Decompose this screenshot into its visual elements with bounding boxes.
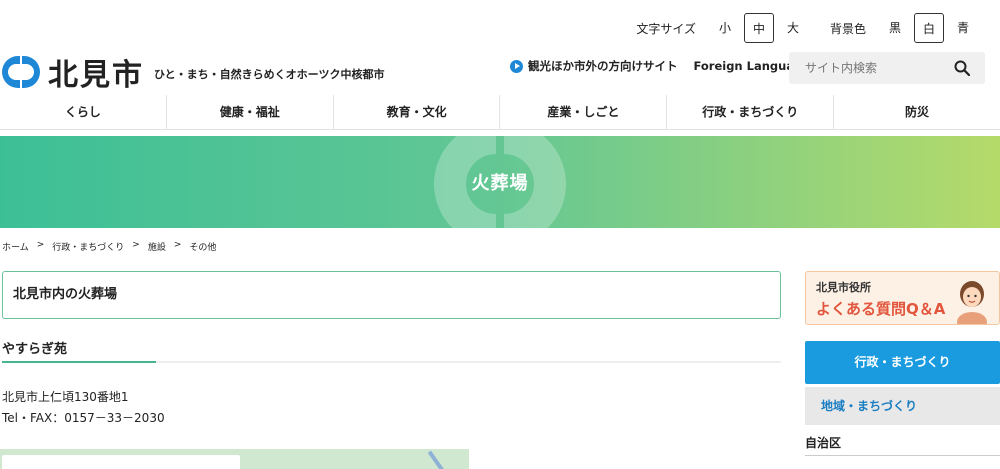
page-title: 火葬場 xyxy=(471,173,529,194)
city-emblem-icon xyxy=(2,55,40,89)
content-heading: 北見市内の火葬場 xyxy=(2,271,781,319)
map-road xyxy=(427,450,449,469)
city-name: 北見市 xyxy=(48,58,144,93)
breadcrumb-other: その他 xyxy=(189,243,217,253)
sidebar-category-title[interactable]: 行政・まちづくり xyxy=(805,341,1000,384)
search-input[interactable] xyxy=(789,53,939,83)
header-links: 観光ほか市外の方向けサイト Foreign Language xyxy=(510,58,810,74)
breadcrumb-administration[interactable]: 行政・まちづくり xyxy=(52,240,124,253)
site-search xyxy=(789,52,985,84)
facility-phone: Tel・FAX：0157－33－2030 xyxy=(2,411,165,425)
sidebar-item-community[interactable]: 地域・まちづくり xyxy=(805,387,1000,425)
facility-heading: やすらぎ苑 xyxy=(2,342,68,357)
nav-item-kurashi[interactable]: くらし xyxy=(0,95,166,129)
faq-banner-subtitle: よくある質問Q＆A xyxy=(816,300,946,318)
sidebar-divider xyxy=(805,455,1000,456)
nav-item-industry-work[interactable]: 産業・しごと xyxy=(499,95,666,129)
staff-illustration-icon xyxy=(957,281,987,324)
nav-item-disaster-prevention[interactable]: 防災 xyxy=(833,95,1000,129)
nav-item-administration[interactable]: 行政・まちづくり xyxy=(666,95,833,129)
faq-banner-title: 北見市役所 xyxy=(816,281,871,294)
text-size-large-button[interactable]: 大 xyxy=(778,13,808,43)
faq-banner[interactable]: 北見市役所 よくある質問Q＆A xyxy=(805,271,1000,325)
global-nav: くらし 健康・福祉 教育・文化 産業・しごと 行政・まちづくり 防災 xyxy=(0,95,1000,130)
facility-info: 北見市上仁頃130番地1 Tel・FAX：0157－33－2030 xyxy=(2,387,165,429)
nav-item-education-culture[interactable]: 教育・文化 xyxy=(332,95,500,129)
facility-address: 北見市上仁頃130番地1 xyxy=(2,390,129,404)
sidebar-section-heading: 自治区 xyxy=(805,436,842,450)
tourism-site-link[interactable]: 観光ほか市外の方向けサイト xyxy=(528,58,678,74)
bg-white-button[interactable]: 白 xyxy=(914,13,944,43)
map-info-card xyxy=(2,455,240,469)
breadcrumb-separator: > xyxy=(132,240,140,250)
nav-item-health-welfare[interactable]: 健康・福祉 xyxy=(165,95,333,129)
breadcrumb: ホーム > 行政・まちづくり > 施設 > その他 xyxy=(2,240,216,253)
play-circle-icon xyxy=(510,59,523,73)
text-size-medium-button[interactable]: 中 xyxy=(743,13,774,43)
text-size-small-button[interactable]: 小 xyxy=(710,13,740,43)
bg-blue-button[interactable]: 青 xyxy=(948,13,978,43)
breadcrumb-facilities[interactable]: 施設 xyxy=(148,240,166,253)
facility-map[interactable] xyxy=(0,449,469,469)
accessibility-toolbar: 文字サイズ 小 中 大 背景色 黒 白 青 xyxy=(636,12,982,44)
bg-black-button[interactable]: 黒 xyxy=(880,13,910,43)
page-banner: 火葬場 xyxy=(0,136,1000,228)
bg-color-label: 背景色 xyxy=(829,21,866,36)
heading-divider xyxy=(2,361,781,363)
breadcrumb-separator: > xyxy=(173,240,182,250)
city-tagline: ひと・まち・自然きらめくオホーツク中核都市 xyxy=(154,68,385,81)
search-icon[interactable] xyxy=(953,59,971,77)
breadcrumb-separator: > xyxy=(36,240,45,250)
text-size-label: 文字サイズ xyxy=(636,21,696,36)
site-logo[interactable]: 北見市 ひと・まち・自然きらめくオホーツク中核都市 xyxy=(2,50,384,94)
breadcrumb-home[interactable]: ホーム xyxy=(2,240,29,253)
